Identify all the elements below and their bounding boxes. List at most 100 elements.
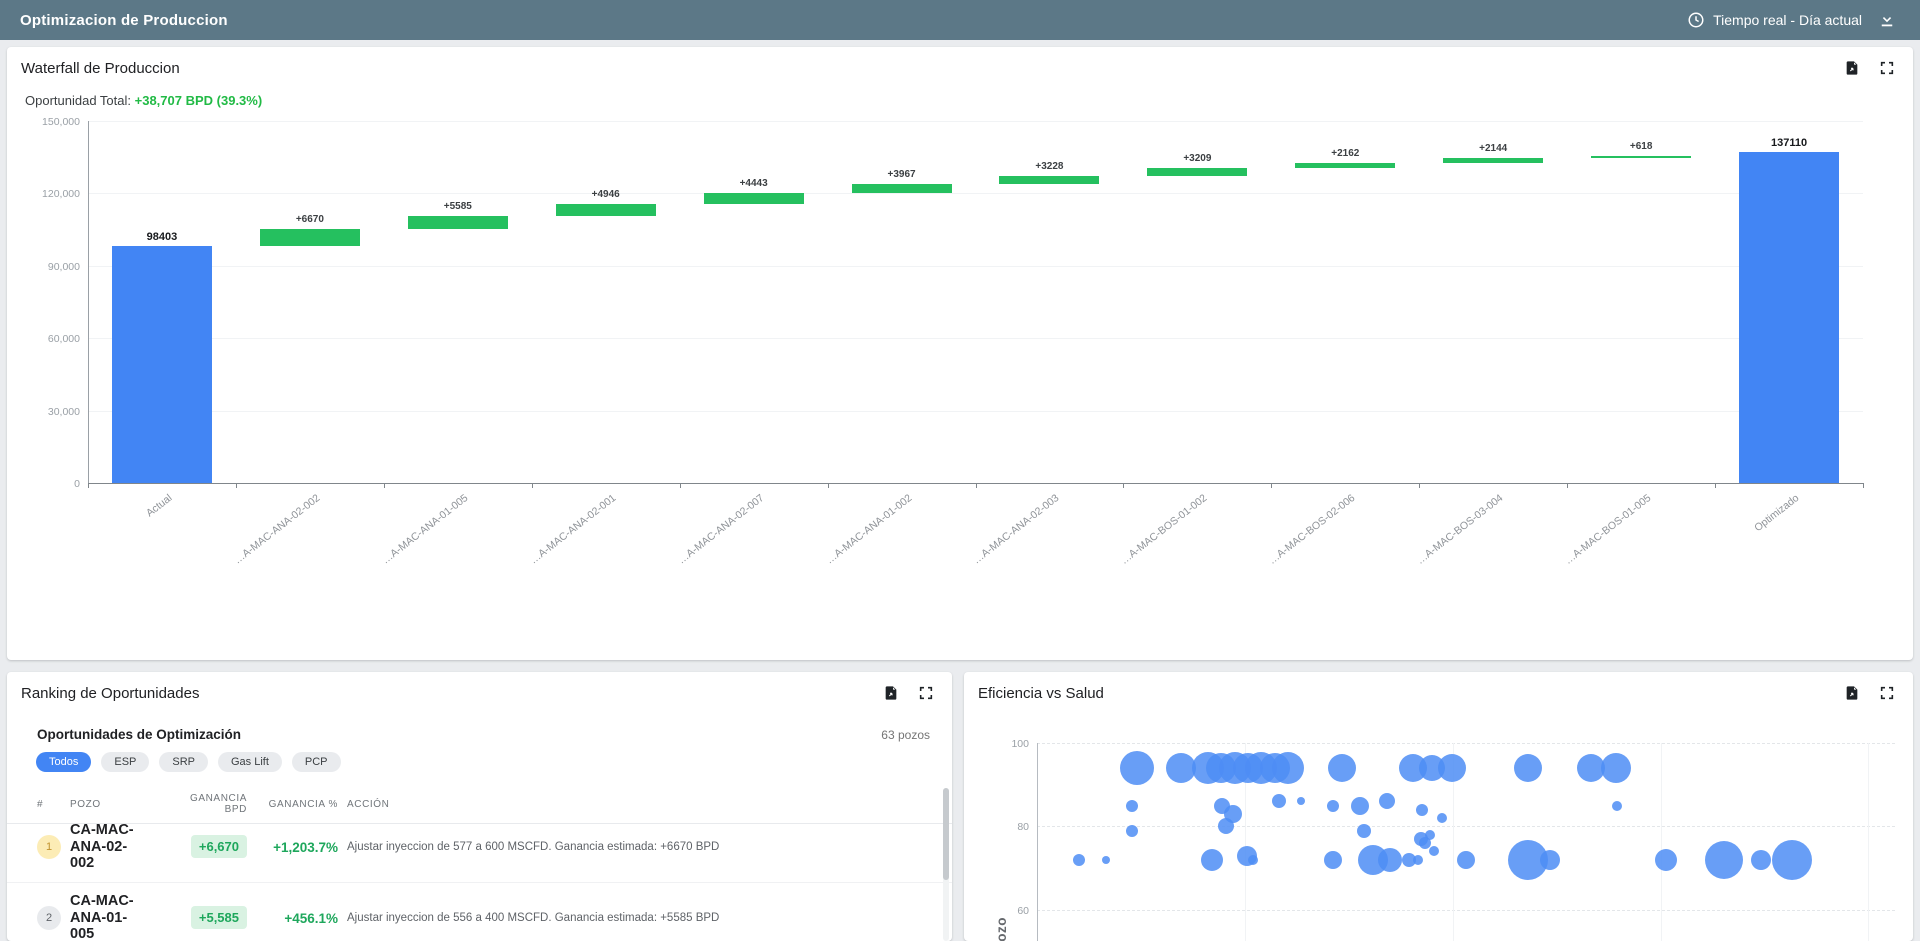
bar-value-label: +4443 — [694, 178, 814, 189]
waterfall-bar-A-MAC-ANA-01-002[interactable] — [852, 184, 952, 194]
clock-icon — [1687, 11, 1705, 29]
ranking-panel-title: Ranking de Oportunidades — [21, 685, 199, 702]
realtime-status-label: Tiempo real - Día actual — [1713, 12, 1862, 28]
x-axis-label: …A-MAC-BOS-02-006 — [1248, 492, 1358, 581]
bubble[interactable] — [1655, 849, 1677, 871]
fullscreen-icon[interactable] — [1877, 58, 1897, 78]
eficiencia-panel: Eficiencia vs Salud Salud del Pozo 10080… — [964, 672, 1913, 941]
filter-chip-gas-lift[interactable]: Gas Lift — [218, 752, 282, 772]
opportunity-total: Oportunidad Total: +38,707 BPD (39.3%) — [25, 93, 262, 108]
bubble[interactable] — [1218, 818, 1234, 834]
accion-cell: Ajustar inyeccion de 556 a 400 MSCFD. Ga… — [347, 912, 938, 924]
ganancia-pct-cell: +1,203.7% — [253, 840, 338, 855]
x-axis-label: Actual — [65, 492, 175, 581]
pozo-cell: CA-MAC-ANA-02-002 — [70, 822, 146, 872]
bubble[interactable] — [1413, 855, 1423, 865]
bubble[interactable] — [1416, 804, 1428, 816]
bubble[interactable] — [1120, 751, 1154, 785]
table-row[interactable]: 1 CA-MAC-ANA-02-002 +6,670 +1,203.7% Aju… — [7, 812, 952, 883]
bubble[interactable] — [1327, 800, 1339, 812]
waterfall-bar-A-MAC-BOS-03-004[interactable] — [1443, 158, 1543, 163]
bubble[interactable] — [1705, 841, 1743, 879]
bubble[interactable] — [1379, 793, 1395, 809]
x-axis-label: …A-MAC-ANA-02-007 — [656, 492, 766, 581]
x-axis-label: …A-MAC-ANA-02-001 — [508, 492, 618, 581]
bubble[interactable] — [1540, 850, 1560, 870]
bubble[interactable] — [1437, 813, 1447, 823]
waterfall-panel-title: Waterfall de Produccion — [21, 60, 180, 77]
bubble[interactable] — [1357, 824, 1371, 838]
y-axis-tick: 60 — [989, 905, 1029, 917]
bar-value-label: +2162 — [1285, 148, 1405, 159]
bubble[interactable] — [1324, 851, 1342, 869]
bubble[interactable] — [1126, 800, 1138, 812]
waterfall-bar-Optimizado[interactable] — [1739, 152, 1839, 483]
ganancia-bpd-cell: +6,670 — [191, 835, 247, 858]
y-axis-tick: 30,000 — [24, 406, 80, 418]
bubble[interactable] — [1073, 854, 1085, 866]
column-ganancia-pct: GANANCIA % — [253, 799, 338, 810]
waterfall-bar-A-MAC-BOS-02-006[interactable] — [1295, 163, 1395, 168]
app-header: Optimizacion de Produccion Tiempo real -… — [0, 0, 1920, 40]
bubble[interactable] — [1601, 753, 1631, 783]
bubble[interactable] — [1272, 752, 1304, 784]
bubble[interactable] — [1612, 801, 1622, 811]
fullscreen-icon[interactable] — [1877, 683, 1897, 703]
y-axis-tick: 60,000 — [24, 333, 80, 345]
y-axis-tick: 0 — [24, 478, 80, 490]
bubble[interactable] — [1429, 846, 1439, 856]
file-export-icon[interactable] — [881, 683, 901, 703]
bubble[interactable] — [1457, 851, 1475, 869]
rank-badge: 1 — [37, 835, 61, 859]
waterfall-bar-A-MAC-BOS-01-005[interactable] — [1591, 156, 1691, 158]
opportunity-total-value: +38,707 BPD (39.3%) — [135, 93, 263, 108]
column-accion: ACCIÓN — [347, 799, 952, 810]
waterfall-bar-A-MAC-ANA-01-005[interactable] — [408, 216, 508, 229]
table-scrollbar[interactable] — [943, 788, 949, 941]
well-count-badge: 63 pozos — [881, 728, 930, 742]
filter-chip-esp[interactable]: ESP — [101, 752, 149, 772]
bar-value-label: 98403 — [102, 231, 222, 243]
filter-chip-pcp[interactable]: PCP — [292, 752, 341, 772]
scrollbar-thumb[interactable] — [943, 788, 949, 880]
waterfall-bar-A-MAC-ANA-02-003[interactable] — [999, 176, 1099, 184]
y-axis-tick: 80 — [989, 821, 1029, 833]
waterfall-bar-A-MAC-ANA-02-007[interactable] — [704, 193, 804, 204]
bubble[interactable] — [1378, 848, 1402, 872]
bubble[interactable] — [1201, 849, 1223, 871]
bubble[interactable] — [1514, 754, 1542, 782]
file-export-icon[interactable] — [1842, 683, 1862, 703]
bubble[interactable] — [1248, 855, 1258, 865]
eficiencia-panel-title: Eficiencia vs Salud — [978, 685, 1104, 702]
fullscreen-icon[interactable] — [916, 683, 936, 703]
bubble[interactable] — [1126, 825, 1138, 837]
waterfall-panel: Waterfall de Produccion Oportunidad Tota… — [7, 47, 1913, 660]
filter-chip-todos[interactable]: Todos — [36, 752, 91, 772]
bubble[interactable] — [1297, 797, 1305, 805]
waterfall-bar-A-MAC-ANA-02-001[interactable] — [556, 204, 656, 216]
y-axis-tick: 120,000 — [24, 188, 80, 200]
file-export-icon[interactable] — [1842, 58, 1862, 78]
bar-value-label: +618 — [1581, 141, 1701, 152]
bubble[interactable] — [1272, 794, 1286, 808]
opportunities-table: 1 CA-MAC-ANA-02-002 +6,670 +1,203.7% Aju… — [7, 812, 952, 941]
filter-chip-srp[interactable]: SRP — [159, 752, 208, 772]
bubble[interactable] — [1751, 850, 1771, 870]
x-axis-label: …A-MAC-ANA-01-002 — [804, 492, 914, 581]
bar-value-label: +3967 — [842, 169, 962, 180]
bubble[interactable] — [1351, 797, 1369, 815]
bubble[interactable] — [1328, 754, 1356, 782]
bubble[interactable] — [1772, 840, 1812, 880]
table-row[interactable]: 2 CA-MAC-ANA-01-005 +5,585 +456.1% Ajust… — [7, 883, 952, 941]
waterfall-bar-Actual[interactable] — [112, 246, 212, 483]
y-axis-label: Salud del Pozo — [994, 845, 1009, 941]
rank-badge: 2 — [37, 906, 61, 930]
x-axis-label: …A-MAC-ANA-02-002 — [212, 492, 322, 581]
bubble[interactable] — [1438, 754, 1466, 782]
bar-value-label: +4946 — [546, 189, 666, 200]
download-icon[interactable] — [1876, 9, 1898, 31]
bubble[interactable] — [1102, 856, 1110, 864]
bar-value-label: +3228 — [989, 161, 1109, 172]
waterfall-bar-A-MAC-BOS-01-002[interactable] — [1147, 168, 1247, 176]
waterfall-bar-A-MAC-ANA-02-002[interactable] — [260, 229, 360, 245]
